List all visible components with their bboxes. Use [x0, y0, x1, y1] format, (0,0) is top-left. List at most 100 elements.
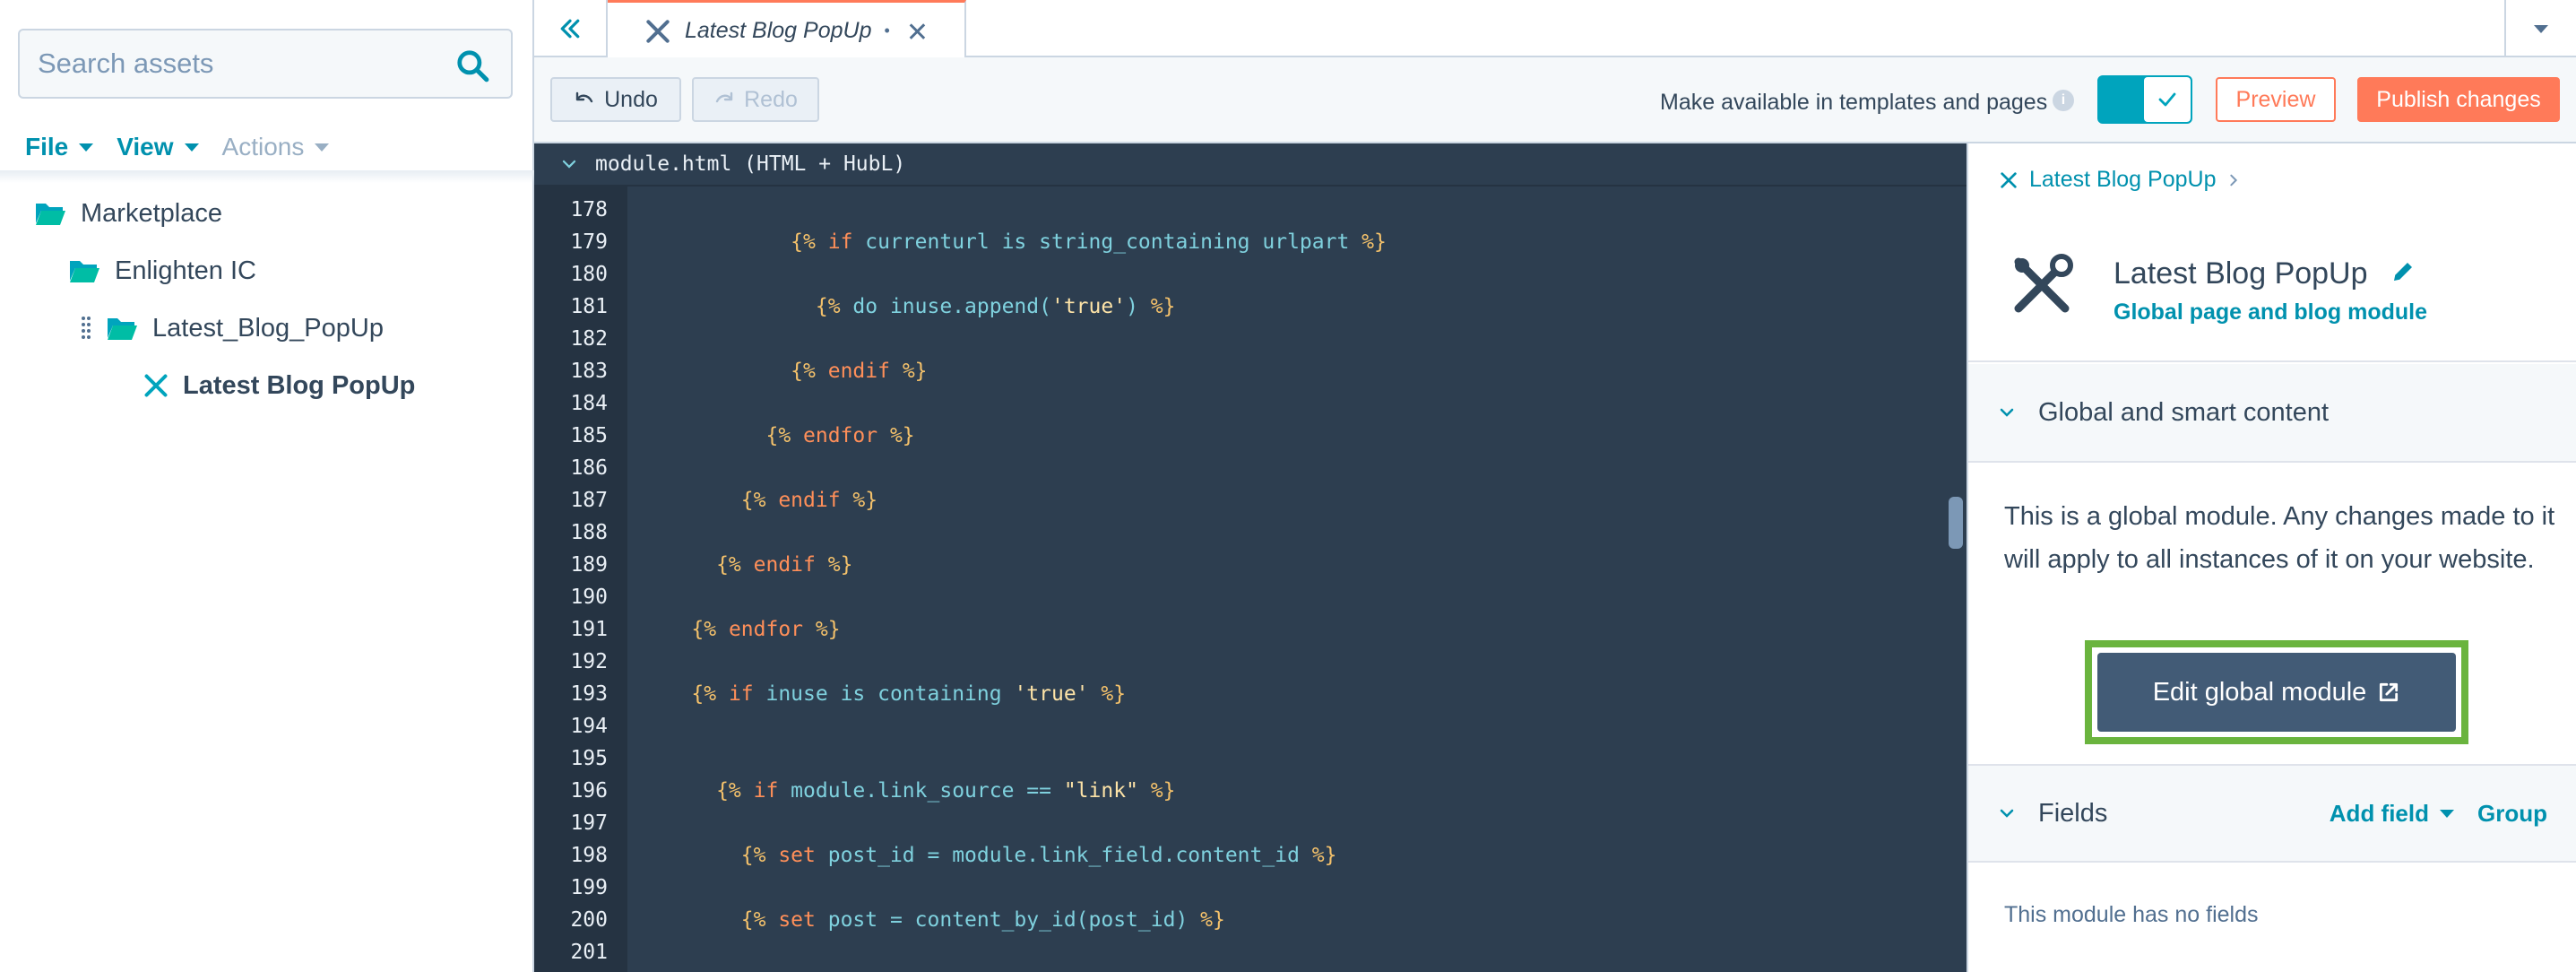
fields-section-header[interactable]: Fields Add field Group [1968, 764, 2576, 863]
code-line[interactable]: 201 [534, 936, 1967, 968]
search-icon[interactable] [455, 48, 489, 82]
line-number: 181 [570, 295, 608, 318]
module-inspector-panel: Latest Blog PopUp Latest Blog PopUp Glob… [1967, 143, 2576, 972]
code-line[interactable]: 192 [534, 646, 1967, 678]
code-token: {% [642, 682, 729, 706]
code-line[interactable]: 193 {% if inuse is containing 'true' %} [534, 678, 1967, 710]
module-tools-icon [2001, 171, 2017, 188]
sidebar-menu: File View Actions [25, 131, 330, 163]
actions-menu[interactable]: Actions [222, 133, 330, 161]
code-line[interactable]: 178 [534, 194, 1967, 226]
undo-label: Undo [604, 86, 658, 112]
line-number: 191 [570, 618, 608, 641]
double-chevron-left-icon [560, 19, 580, 39]
code-line[interactable]: 185 {% endfor %} [534, 420, 1967, 452]
code-line[interactable]: 197 [534, 807, 1967, 839]
redo-icon [715, 91, 733, 103]
collapse-sidebar-button[interactable] [534, 0, 608, 57]
file-menu-label: File [25, 133, 69, 161]
line-number: 195 [570, 747, 608, 770]
code-token: post = content_by_id(post_id) [815, 908, 1201, 932]
code-line[interactable]: 200 {% set post = content_by_id(post_id)… [534, 904, 1967, 936]
code-token: {% [642, 844, 779, 867]
tree-item-latest-blog-popup-folder[interactable]: Latest_Blog_PopUp [81, 310, 384, 346]
code-line[interactable]: 191 {% endfor %} [534, 613, 1967, 646]
add-field-button[interactable]: Add field [2330, 800, 2429, 828]
code-line[interactable]: 199 [534, 872, 1967, 904]
code-token: endif [753, 553, 816, 577]
code-line[interactable]: 189 {% endif %} [534, 549, 1967, 581]
code-token: %} [840, 489, 878, 512]
code-token: %} [1137, 779, 1176, 803]
code-line[interactable]: 194 [534, 710, 1967, 742]
drag-handle-icon[interactable] [81, 315, 91, 342]
code-token: currenturl is string_containing urlpart [852, 230, 1362, 254]
code-line[interactable]: 186 [534, 452, 1967, 484]
code-line[interactable]: 184 [534, 387, 1967, 420]
code-line[interactable]: 190 [534, 581, 1967, 613]
code-text: {% endfor %} [642, 420, 915, 452]
redo-button[interactable]: Redo [692, 77, 819, 122]
publish-changes-button[interactable]: Publish changes [2357, 77, 2560, 122]
editor-scrollbar[interactable] [1949, 497, 1963, 549]
code-token: set [778, 908, 816, 932]
code-line[interactable]: 188 [534, 516, 1967, 549]
code-editor[interactable]: module.html (HTML + HubL) 178 179 {% if c… [534, 143, 1967, 972]
folder-open-icon [70, 261, 99, 282]
checkmark-icon [2158, 92, 2176, 107]
view-menu[interactable]: View [117, 133, 199, 161]
pencil-edit-icon[interactable] [2390, 258, 2416, 285]
module-tools-icon [144, 374, 168, 397]
search-input[interactable] [38, 30, 450, 97]
line-number: 180 [570, 263, 608, 286]
code-token: %} [877, 424, 915, 447]
global-content-section-header[interactable]: Global and smart content [1968, 364, 2576, 463]
code-token: %} [815, 553, 853, 577]
code-line[interactable]: 196 {% if module.link_source == "link" %… [534, 775, 1967, 807]
breadcrumb[interactable]: Latest Blog PopUp [1999, 167, 2241, 193]
code-token: %} [1361, 230, 1387, 254]
line-number: 196 [570, 779, 608, 803]
line-number: 192 [570, 650, 608, 673]
redo-label: Redo [744, 86, 798, 112]
tab-overflow-button[interactable] [2504, 0, 2576, 57]
group-button[interactable]: Group [2477, 800, 2547, 828]
tree-item-latest-blog-popup-module[interactable]: Latest Blog PopUp [143, 368, 415, 404]
code-token: %} [803, 618, 841, 641]
edit-global-module-button[interactable]: Edit global module [2097, 653, 2456, 732]
editor-file-header[interactable]: module.html (HTML + HubL) [534, 143, 1967, 187]
close-icon[interactable]: ✕ [906, 17, 929, 48]
line-number: 184 [570, 392, 608, 415]
code-line[interactable]: 181 {% do inuse.append('true') %} [534, 291, 1967, 323]
tree-item-enlighten-ic[interactable]: Enlighten IC [68, 253, 256, 289]
code-line[interactable]: 182 [534, 323, 1967, 355]
code-text: {% if inuse is containing 'true' %} [642, 678, 1126, 710]
code-token: %} [1311, 844, 1337, 867]
tree-item-label: Enlighten IC [115, 256, 256, 285]
code-line[interactable]: 179 {% if currenturl is string_containin… [534, 226, 1967, 258]
code-token: {% [642, 908, 779, 932]
code-token: {% [642, 360, 828, 383]
tree-item-marketplace[interactable]: Marketplace [34, 195, 222, 231]
chevron-down-icon[interactable] [2440, 809, 2454, 818]
chevron-down-icon [79, 143, 94, 152]
code-line[interactable]: 187 {% endif %} [534, 484, 1967, 516]
info-icon[interactable]: i [2053, 90, 2074, 111]
tab-bar: Latest Blog PopUp • ✕ [534, 0, 2576, 59]
tab-latest-blog-popup[interactable]: Latest Blog PopUp • ✕ [608, 0, 966, 59]
chevron-down-icon [2000, 408, 2014, 417]
code-token: {% [642, 553, 754, 577]
line-number: 187 [570, 489, 608, 512]
preview-button[interactable]: Preview [2216, 77, 2336, 122]
tree-item-label: Latest_Blog_PopUp [152, 313, 384, 343]
section-title: Fields [2038, 798, 2108, 828]
code-line[interactable]: 183 {% endif %} [534, 355, 1967, 387]
undo-button[interactable]: Undo [550, 77, 681, 122]
code-line[interactable]: 195 [534, 742, 1967, 775]
global-module-description: This is a global module. Any changes mad… [2004, 502, 2555, 574]
search-box[interactable] [18, 29, 513, 99]
code-line[interactable]: 180 [534, 258, 1967, 291]
availability-toggle[interactable] [2097, 75, 2192, 124]
code-line[interactable]: 198 {% set post_id = module.link_field.c… [534, 839, 1967, 872]
file-menu[interactable]: File [25, 133, 94, 161]
